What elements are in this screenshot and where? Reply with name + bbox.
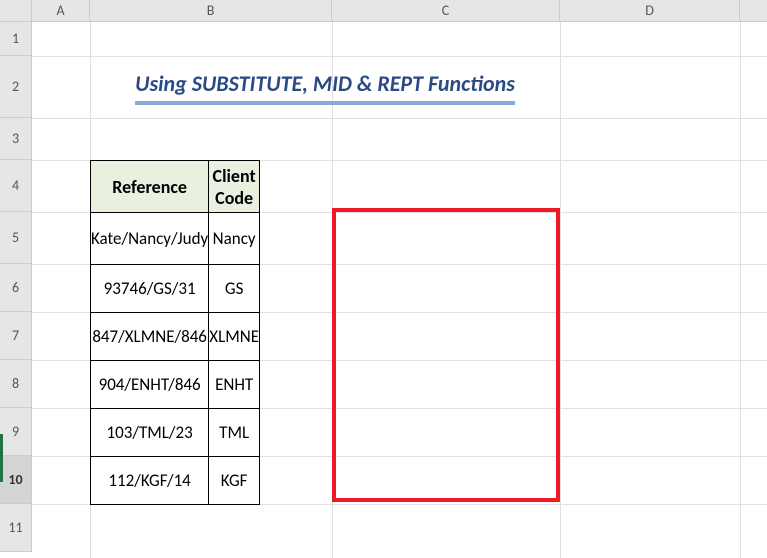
cell-reference[interactable]: 904/ENHT/846 — [91, 361, 209, 409]
cell-client-code[interactable]: GS — [209, 265, 260, 313]
row-header-2[interactable]: 2 — [0, 56, 32, 118]
row-header-9[interactable]: 9 — [0, 408, 32, 456]
title-cell[interactable]: Using SUBSTITUTE, MID & REPT Functions — [90, 56, 560, 118]
table-row: Kate/Nancy/Judy Nancy — [91, 213, 260, 265]
cell-client-code[interactable]: KGF — [209, 457, 260, 505]
table-row: 103/TML/23 TML — [91, 409, 260, 457]
cell-client-code[interactable]: TML — [209, 409, 260, 457]
row-header-6[interactable]: 6 — [0, 264, 32, 312]
column-header-C[interactable]: C — [332, 0, 560, 21]
data-table: Reference Client Code Kate/Nancy/Judy Na… — [90, 160, 260, 505]
header-client-code[interactable]: Client Code — [209, 161, 260, 213]
column-header-B[interactable]: B — [90, 0, 332, 21]
row-headers-column: 1 2 3 4 5 6 7 8 9 10 11 — [0, 22, 32, 552]
cell-client-code[interactable]: Nancy — [209, 213, 260, 265]
select-all-corner[interactable] — [0, 0, 32, 22]
table-row: 904/ENHT/846 ENHT — [91, 361, 260, 409]
page-title: Using SUBSTITUTE, MID & REPT Functions — [135, 70, 515, 105]
row-header-5[interactable]: 5 — [0, 212, 32, 264]
row-header-4[interactable]: 4 — [0, 160, 32, 212]
cell-reference[interactable]: 112/KGF/14 — [91, 457, 209, 505]
row-header-11[interactable]: 11 — [0, 504, 32, 552]
cell-reference[interactable]: 847/XLMNE/846 — [91, 313, 209, 361]
cell-client-code[interactable]: ENHT — [209, 361, 260, 409]
column-header-D[interactable]: D — [560, 0, 740, 21]
cell-client-code[interactable]: XLMNE — [209, 313, 260, 361]
spreadsheet-container: A B C D 1 2 3 4 5 6 7 8 9 10 11 — [0, 0, 767, 558]
row-header-7[interactable]: 7 — [0, 312, 32, 360]
cell-reference[interactable]: 103/TML/23 — [91, 409, 209, 457]
table-row: 93746/GS/31 GS — [91, 265, 260, 313]
table-row: 847/XLMNE/846 XLMNE — [91, 313, 260, 361]
row-header-1[interactable]: 1 — [0, 22, 32, 56]
column-headers-row: A B C D — [0, 0, 767, 22]
row-header-8[interactable]: 8 — [0, 360, 32, 408]
column-header-A[interactable]: A — [32, 0, 90, 21]
cell-reference[interactable]: 93746/GS/31 — [91, 265, 209, 313]
row-header-3[interactable]: 3 — [0, 118, 32, 160]
cell-reference[interactable]: Kate/Nancy/Judy — [91, 213, 209, 265]
header-reference[interactable]: Reference — [91, 161, 209, 213]
table-row: 112/KGF/14 KGF — [91, 457, 260, 505]
row-selection-indicator — [0, 434, 3, 482]
highlight-box — [332, 208, 560, 502]
row-header-10[interactable]: 10 — [0, 456, 32, 504]
